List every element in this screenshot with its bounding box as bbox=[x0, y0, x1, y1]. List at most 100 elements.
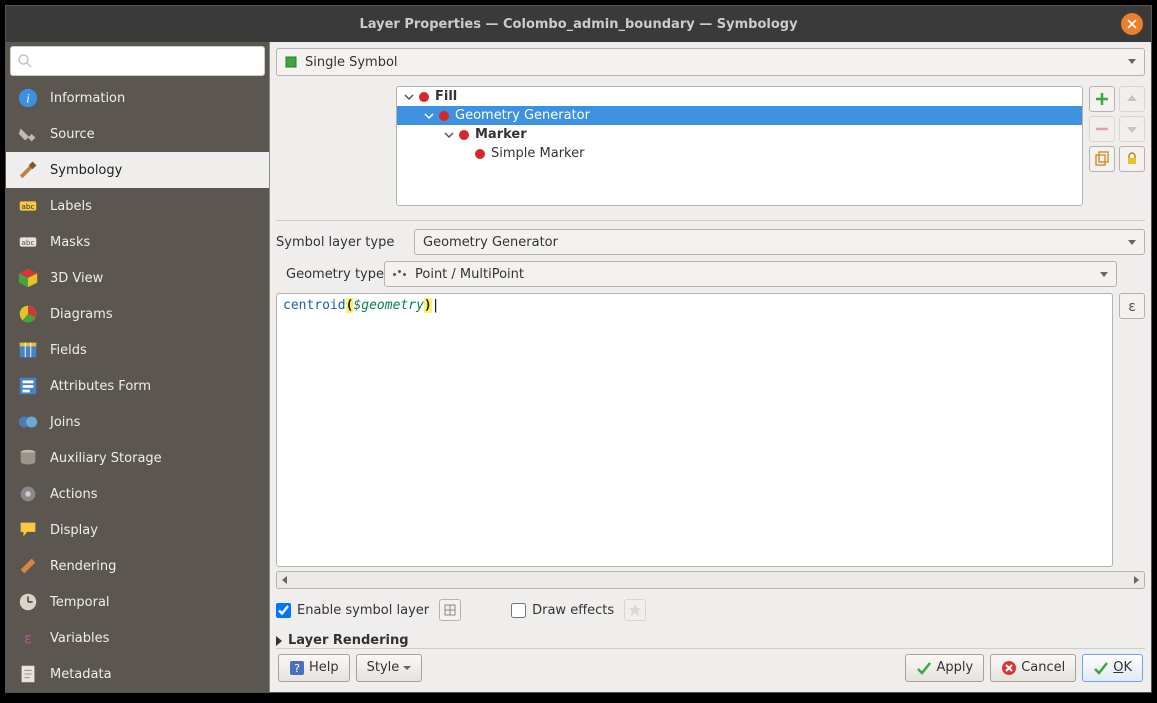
expand-toggle-icon[interactable] bbox=[403, 91, 415, 103]
joins-icon bbox=[16, 410, 40, 434]
apply-label: Apply bbox=[936, 660, 973, 675]
symbol-preview-icon bbox=[439, 111, 449, 121]
sidebar-item-label: Variables bbox=[50, 631, 109, 646]
sidebar-item-3dview[interactable]: 3D View bbox=[6, 260, 269, 296]
sidebar-item-information[interactable]: i Information bbox=[6, 80, 269, 116]
sidebar-item-joins[interactable]: Joins bbox=[6, 404, 269, 440]
sidebar-item-symbology[interactable]: Symbology bbox=[6, 152, 269, 188]
sidebar-item-rendering[interactable]: Rendering bbox=[6, 548, 269, 584]
brush-icon bbox=[16, 158, 40, 182]
tree-label: Fill bbox=[435, 89, 457, 104]
data-defined-enable-button[interactable] bbox=[439, 599, 461, 621]
tree-label: Simple Marker bbox=[491, 146, 584, 161]
sidebar-item-label: Fields bbox=[50, 343, 87, 358]
document-icon bbox=[16, 662, 40, 686]
sidebar-item-source[interactable]: Source bbox=[6, 116, 269, 152]
layer-rendering-collapse[interactable]: Layer Rendering bbox=[276, 633, 1145, 648]
info-icon: i bbox=[16, 86, 40, 110]
paren-close: ) bbox=[424, 298, 432, 313]
sidebar-item-label: Attributes Form bbox=[50, 379, 151, 394]
help-button[interactable]: ? Help bbox=[278, 654, 350, 682]
paintbrush-icon bbox=[16, 554, 40, 578]
sidebar-item-display[interactable]: Display bbox=[6, 512, 269, 548]
move-up-button[interactable] bbox=[1119, 86, 1145, 112]
draw-effects-check[interactable]: Draw effects bbox=[511, 603, 614, 618]
sidebar-item-fields[interactable]: Fields bbox=[6, 332, 269, 368]
sidebar-search-input[interactable] bbox=[37, 54, 258, 69]
scroll-right-button[interactable] bbox=[1128, 572, 1144, 588]
close-button[interactable] bbox=[1121, 13, 1143, 35]
collapse-triangle-icon bbox=[276, 636, 282, 646]
draw-effects-label: Draw effects bbox=[532, 603, 614, 618]
sidebar-item-label: Display bbox=[50, 523, 98, 538]
gear-icon bbox=[16, 482, 40, 506]
tooltip-icon bbox=[16, 518, 40, 542]
symbol-layer-type-combo[interactable]: Geometry Generator bbox=[414, 229, 1145, 255]
style-label: Style bbox=[367, 660, 400, 675]
sidebar-item-aux-storage[interactable]: Auxiliary Storage bbox=[6, 440, 269, 476]
masks-icon: abc bbox=[16, 230, 40, 254]
sidebar-item-attributes-form[interactable]: Attributes Form bbox=[6, 368, 269, 404]
cancel-button[interactable]: Cancel bbox=[990, 654, 1076, 682]
sidebar: iInformation Source Symbology abcLabels … bbox=[6, 42, 270, 692]
sidebar-item-label: Information bbox=[50, 91, 125, 106]
sidebar-item-label: Symbology bbox=[50, 163, 122, 178]
lock-symbol-layer-button[interactable] bbox=[1119, 146, 1145, 172]
clock-icon bbox=[16, 590, 40, 614]
editor-hscroll[interactable] bbox=[276, 571, 1145, 589]
geometry-type-combo[interactable]: Point / MultiPoint bbox=[384, 261, 1117, 287]
sidebar-item-label: Temporal bbox=[50, 595, 110, 610]
enable-symbol-layer-check[interactable]: Enable symbol layer bbox=[276, 603, 429, 618]
enable-symbol-layer-checkbox[interactable] bbox=[276, 603, 291, 618]
scroll-left-button[interactable] bbox=[277, 572, 293, 588]
ok-label: OK bbox=[1113, 660, 1132, 675]
symbol-layer-type-label: Symbol layer type bbox=[276, 235, 406, 250]
check-icon bbox=[916, 660, 932, 676]
sidebar-item-label: Source bbox=[50, 127, 95, 142]
expression-builder-button[interactable]: ε bbox=[1119, 293, 1145, 319]
expand-toggle-icon[interactable] bbox=[423, 110, 435, 122]
sidebar-search[interactable] bbox=[10, 46, 265, 76]
sidebar-item-masks[interactable]: abcMasks bbox=[6, 224, 269, 260]
sidebar-item-label: Actions bbox=[50, 487, 98, 502]
sidebar-item-label: Rendering bbox=[50, 559, 116, 574]
sidebar-item-actions[interactable]: Actions bbox=[6, 476, 269, 512]
tree-label: Marker bbox=[475, 127, 527, 142]
expand-toggle-icon[interactable] bbox=[443, 129, 455, 141]
fields-icon bbox=[16, 338, 40, 362]
apply-button[interactable]: Apply bbox=[905, 654, 984, 682]
sidebar-item-diagrams[interactable]: Diagrams bbox=[6, 296, 269, 332]
sidebar-item-variables[interactable]: ε Variables bbox=[6, 620, 269, 656]
ok-button[interactable]: OK bbox=[1082, 654, 1143, 682]
tree-row-simple-marker[interactable]: Simple Marker bbox=[397, 144, 1082, 163]
style-button[interactable]: Style bbox=[356, 654, 423, 682]
sidebar-item-metadata[interactable]: Metadata bbox=[6, 656, 269, 692]
sidebar-item-labels[interactable]: abcLabels bbox=[6, 188, 269, 224]
duplicate-symbol-layer-button[interactable] bbox=[1089, 146, 1115, 172]
sidebar-item-temporal[interactable]: Temporal bbox=[6, 584, 269, 620]
sidebar-item-label: Joins bbox=[50, 415, 80, 430]
expr-func: centroid bbox=[283, 298, 346, 313]
expression-editor[interactable]: centroid($geometry)| bbox=[276, 293, 1113, 567]
tree-row-geometry-generator[interactable]: Geometry Generator bbox=[397, 106, 1082, 125]
combo-value: Point / MultiPoint bbox=[415, 267, 524, 282]
remove-symbol-layer-button[interactable] bbox=[1089, 116, 1115, 142]
symbol-layer-tree[interactable]: Fill Geometry Generator Marker Si bbox=[396, 86, 1083, 206]
help-icon: ? bbox=[289, 660, 305, 676]
point-icon bbox=[393, 268, 409, 280]
svg-text:ε: ε bbox=[24, 631, 32, 648]
move-down-button[interactable] bbox=[1119, 116, 1145, 142]
effects-edit-button[interactable] bbox=[624, 599, 646, 621]
chevron-down-icon bbox=[403, 664, 411, 672]
symbol-type-combo[interactable]: Single Symbol bbox=[276, 48, 1145, 76]
database-icon bbox=[16, 446, 40, 470]
add-symbol-layer-button[interactable] bbox=[1089, 86, 1115, 112]
sidebar-list: iInformation Source Symbology abcLabels … bbox=[6, 80, 269, 692]
chevron-down-icon bbox=[1100, 272, 1108, 277]
tree-row-fill[interactable]: Fill bbox=[397, 87, 1082, 106]
cancel-icon bbox=[1001, 660, 1017, 676]
draw-effects-checkbox[interactable] bbox=[511, 603, 526, 618]
geometry-type-label: Geometry type bbox=[276, 267, 376, 282]
tree-row-marker[interactable]: Marker bbox=[397, 125, 1082, 144]
tree-label: Geometry Generator bbox=[455, 108, 590, 123]
